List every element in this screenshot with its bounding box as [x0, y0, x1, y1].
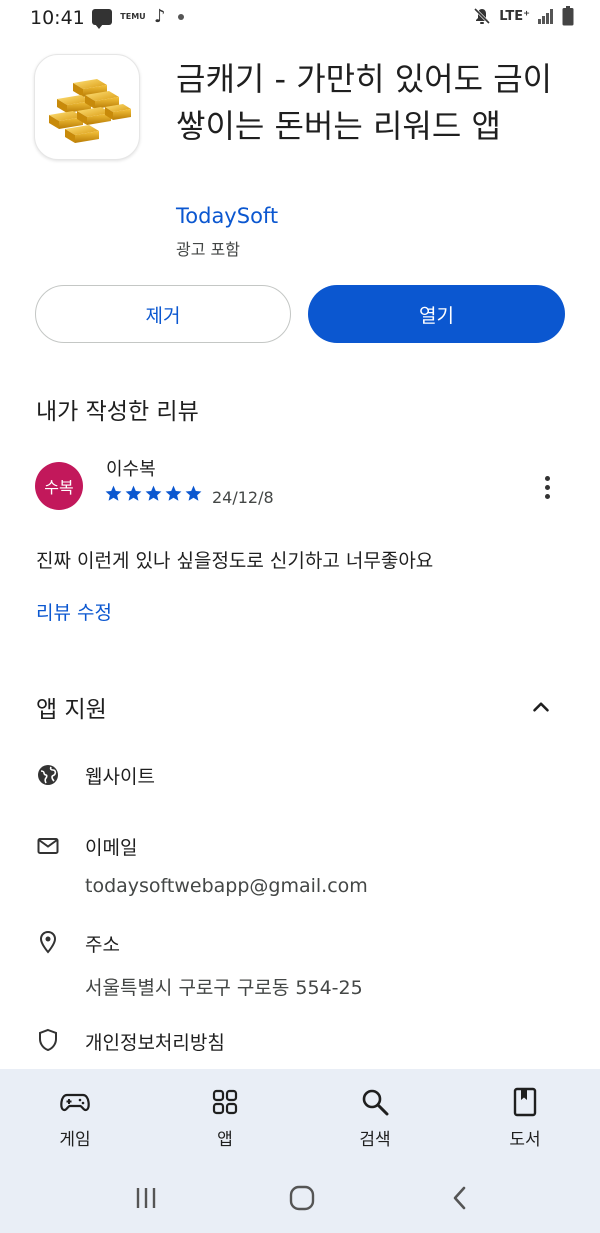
- tiktok-icon: ♪: [154, 6, 166, 27]
- privacy-policy-link[interactable]: 개인정보처리방침: [85, 1028, 225, 1055]
- my-review-heading: 내가 작성한 리뷰: [36, 399, 199, 425]
- lte-indicator: LTE⁺: [499, 8, 530, 24]
- bottom-navigation: 게임 앱 검색 도서: [0, 1069, 600, 1163]
- uninstall-button[interactable]: 제거: [35, 285, 291, 343]
- address-value[interactable]: 서울특별시 구로구 구로동 554-25: [85, 973, 363, 1000]
- star-icon: [124, 484, 143, 503]
- star-icon: [144, 484, 163, 503]
- gamepad-icon: [60, 1087, 90, 1117]
- ads-notice: 광고 포함: [176, 240, 240, 259]
- gold-bars-icon: [34, 54, 140, 160]
- apps-grid-icon: [210, 1087, 240, 1117]
- review-date: 24/12/8: [212, 488, 274, 507]
- mute-icon: [472, 6, 492, 26]
- nav-label-books: 도서: [509, 1130, 541, 1150]
- nav-item-apps[interactable]: 앱: [150, 1069, 300, 1163]
- system-status-icons: LTE⁺: [472, 6, 574, 26]
- system-navigation-bar: [0, 1163, 600, 1233]
- nav-label-apps: 앱: [217, 1130, 233, 1150]
- home-icon[interactable]: [287, 1183, 317, 1213]
- developer-link[interactable]: TodaySoft: [176, 204, 278, 228]
- search-icon: [360, 1087, 390, 1117]
- message-icon: [92, 9, 112, 29]
- nav-item-search[interactable]: 검색: [300, 1069, 450, 1163]
- star-icon: [104, 484, 123, 503]
- battery-icon: [562, 6, 574, 26]
- edit-review-button[interactable]: 리뷰 수정: [36, 598, 112, 625]
- avatar: 수복: [35, 462, 83, 510]
- app-support-heading: 앱 지원: [36, 697, 107, 723]
- back-icon[interactable]: [446, 1183, 476, 1213]
- chevron-up-icon[interactable]: [528, 694, 554, 720]
- nav-item-games[interactable]: 게임: [0, 1069, 150, 1163]
- nav-label-search: 검색: [359, 1130, 391, 1150]
- email-value[interactable]: todaysoftwebapp@gmail.com: [85, 875, 368, 897]
- address-label[interactable]: 주소: [85, 930, 120, 957]
- notification-icons: TEMU ♪: [92, 6, 184, 29]
- signal-icon: [537, 8, 555, 24]
- star-icon: [164, 484, 183, 503]
- status-bar: 10:41 TEMU ♪ LTE⁺: [0, 0, 600, 36]
- more-options-icon[interactable]: [532, 470, 562, 504]
- reviewer-name: 이수복: [106, 459, 156, 480]
- email-label[interactable]: 이메일: [85, 833, 137, 860]
- star-icon: [184, 484, 203, 503]
- rating-stars: [104, 484, 203, 503]
- location-pin-icon: [36, 930, 60, 954]
- recent-apps-icon[interactable]: [132, 1183, 162, 1213]
- status-time: 10:41: [30, 7, 85, 29]
- open-button[interactable]: 열기: [308, 285, 565, 343]
- shield-icon: [36, 1028, 60, 1052]
- globe-icon: [36, 763, 60, 787]
- app-title: 금캐기 - 가만히 있어도 금이 쌓이는 돈버는 리워드 앱: [176, 60, 553, 145]
- nav-item-books[interactable]: 도서: [450, 1069, 600, 1163]
- book-icon: [510, 1087, 540, 1117]
- mail-icon: [36, 834, 60, 858]
- review-text: 진짜 이런게 있나 싶을정도로 신기하고 너무좋아요: [36, 550, 434, 572]
- website-link[interactable]: 웹사이트: [85, 762, 155, 789]
- temu-icon: TEMU: [120, 12, 146, 21]
- more-notifications-icon: [177, 14, 184, 20]
- nav-label-games: 게임: [59, 1130, 91, 1150]
